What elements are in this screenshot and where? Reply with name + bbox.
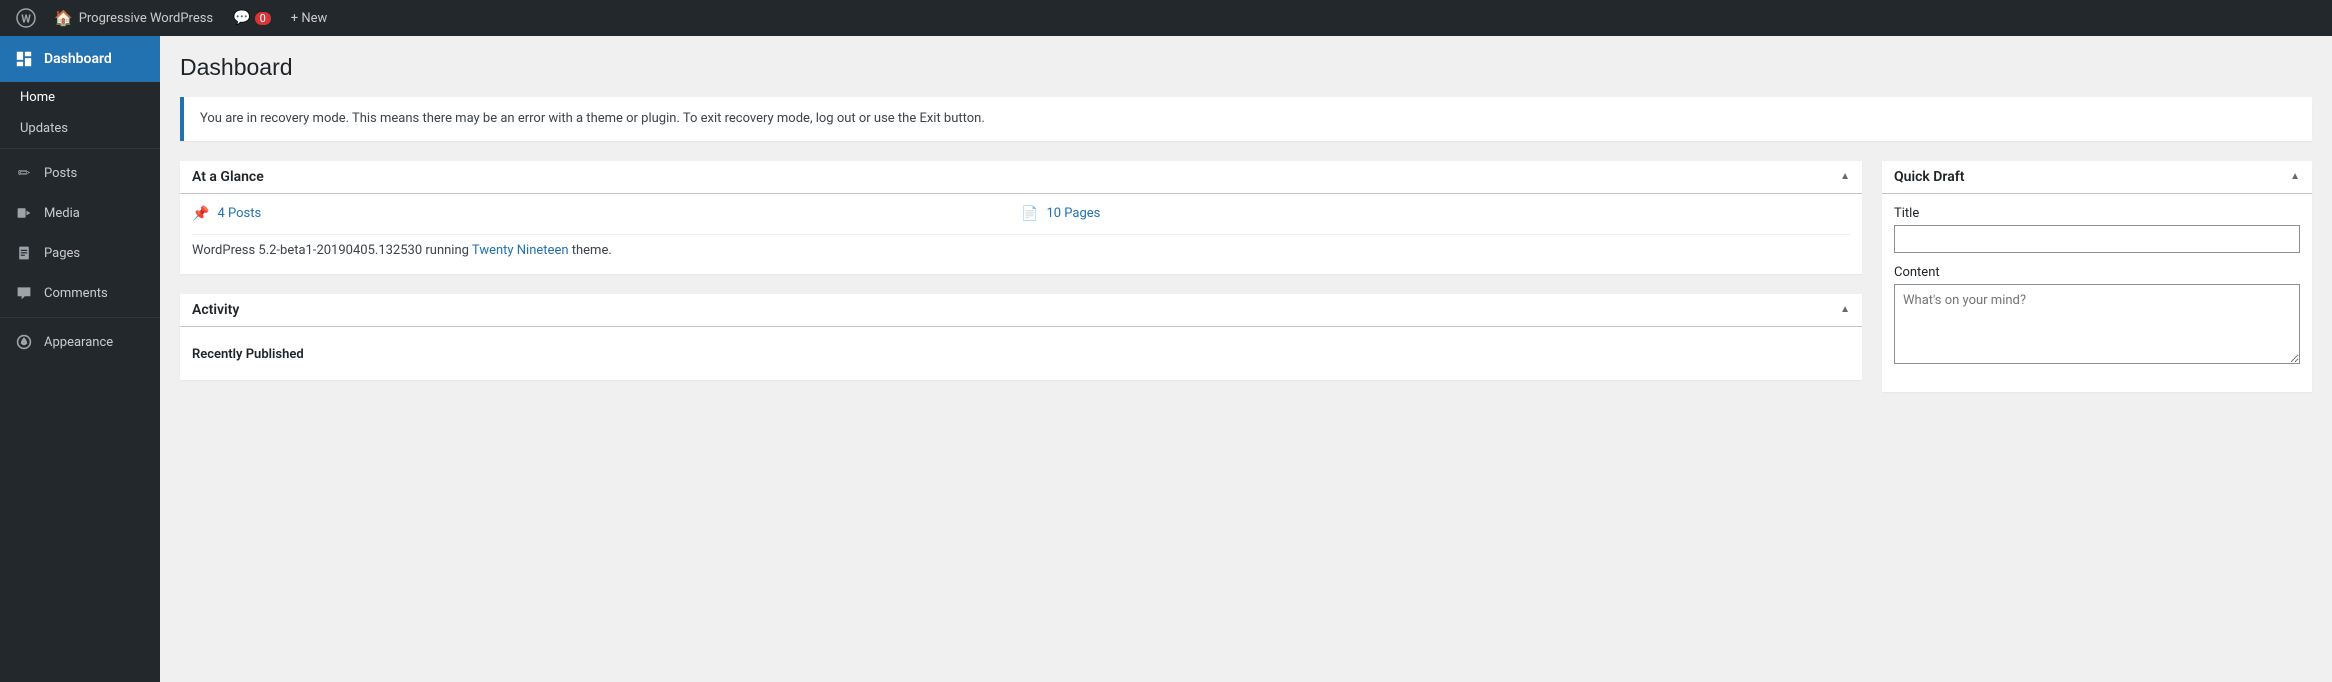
quick-draft-body: Title Content [1882, 194, 2312, 392]
glance-pages-link[interactable]: 10 Pages [1046, 206, 1100, 221]
quick-draft-title-field: Title [1894, 206, 2300, 253]
activity-subtitle: Recently Published [192, 339, 1850, 368]
activity-toggle[interactable] [1840, 304, 1850, 315]
activity-body: Recently Published [180, 327, 1862, 380]
quick-draft-toggle[interactable] [2290, 171, 2300, 182]
adminbar-comments[interactable]: 💬 0 [223, 0, 281, 36]
appearance-icon [14, 332, 34, 352]
at-a-glance-body: 📌 4 Posts 📄 10 Pages WordPress 5.2-beta1… [180, 194, 1862, 274]
at-a-glance-header: At a Glance [180, 161, 1862, 194]
glance-theme-link[interactable]: Twenty Nineteen [472, 243, 569, 258]
content-label: Content [1894, 265, 2300, 280]
dashboard-grid: At a Glance 📌 4 Posts 📄 [180, 161, 2312, 412]
pushpin-icon: 📌 [192, 206, 209, 222]
page-title: Dashboard [180, 54, 2312, 81]
activity-title: Activity [192, 302, 239, 318]
sidebar-item-media[interactable]: Media [0, 193, 160, 233]
glance-stats: 📌 4 Posts 📄 10 Pages [192, 206, 1850, 222]
adminbar-new[interactable]: + New [281, 0, 338, 36]
sidebar-comments-label: Comments [44, 286, 108, 301]
at-a-glance-toggle[interactable] [1840, 171, 1850, 182]
sidebar-dashboard-label: Dashboard [44, 51, 112, 67]
sidebar-item-pages[interactable]: Pages [0, 233, 160, 273]
at-a-glance-widget: At a Glance 📌 4 Posts 📄 [180, 161, 1862, 274]
sidebar-pages-label: Pages [44, 246, 80, 261]
comments-sidebar-icon [14, 283, 34, 303]
sidebar-item-comments[interactable]: Comments [0, 273, 160, 313]
glance-wp-version-text: WordPress 5.2-beta1-20190405.132530 runn… [192, 243, 472, 258]
glance-posts-link[interactable]: 4 Posts [217, 206, 261, 221]
pages-stat-icon: 📄 [1021, 206, 1038, 222]
glance-posts-stat: 📌 4 Posts [192, 206, 1021, 222]
right-column: Quick Draft Title Content [1882, 161, 2312, 412]
sidebar-media-label: Media [44, 206, 80, 221]
glance-wp-info: WordPress 5.2-beta1-20190405.132530 runn… [192, 234, 1850, 262]
at-a-glance-title: At a Glance [192, 169, 264, 185]
sidebar-item-posts[interactable]: ✏ Posts [0, 153, 160, 193]
title-input[interactable] [1894, 225, 2300, 253]
recovery-notice: You are in recovery mode. This means the… [180, 97, 2312, 141]
comments-count: 0 [255, 12, 271, 25]
admin-bar: W 🏠 Progressive WordPress 💬 0 + New [0, 0, 2332, 36]
wp-logo-button[interactable]: W [8, 0, 44, 36]
glance-pages-stat: 📄 10 Pages [1021, 206, 1850, 222]
title-label: Title [1894, 206, 2300, 221]
sidebar-item-updates[interactable]: Updates [0, 113, 160, 144]
quick-draft-content-field: Content [1894, 265, 2300, 368]
sidebar-divider-1 [0, 148, 160, 149]
activity-header: Activity [180, 294, 1862, 327]
sidebar-submenu-dashboard: Home Updates [0, 82, 160, 144]
pages-icon [14, 243, 34, 263]
posts-icon: ✏ [14, 163, 34, 183]
glance-theme-suffix: theme. [569, 243, 612, 258]
content-textarea[interactable] [1894, 284, 2300, 364]
adminbar-site-name[interactable]: 🏠 Progressive WordPress [44, 0, 223, 36]
main-content: Dashboard You are in recovery mode. This… [160, 36, 2332, 682]
dashboard-icon [14, 49, 34, 69]
quick-draft-header: Quick Draft [1882, 161, 2312, 194]
quick-draft-title: Quick Draft [1894, 169, 1964, 185]
sidebar-item-home[interactable]: Home [0, 82, 160, 113]
sidebar-appearance-label: Appearance [44, 335, 113, 350]
sidebar-item-dashboard[interactable]: Dashboard [0, 36, 160, 82]
media-icon [14, 203, 34, 223]
quick-draft-widget: Quick Draft Title Content [1882, 161, 2312, 392]
left-column: At a Glance 📌 4 Posts 📄 [180, 161, 1862, 412]
sidebar: Dashboard Home Updates ✏ Posts Media [0, 36, 160, 682]
svg-text:W: W [21, 13, 31, 26]
sidebar-posts-label: Posts [44, 166, 77, 181]
activity-widget: Activity Recently Published [180, 294, 1862, 380]
sidebar-divider-2 [0, 317, 160, 318]
sidebar-item-appearance[interactable]: Appearance [0, 322, 160, 362]
